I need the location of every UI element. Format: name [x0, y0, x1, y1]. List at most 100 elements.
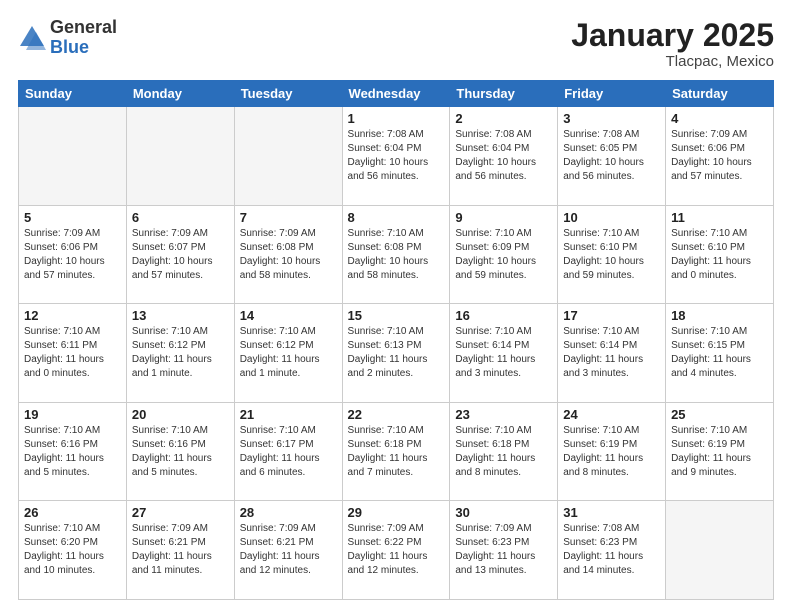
calendar-cell: [19, 107, 127, 206]
calendar-cell: 31 Sunrise: 7:08 AM Sunset: 6:23 PM Dayli…: [558, 501, 666, 600]
day-info: Sunrise: 7:10 AM Sunset: 6:16 PM Dayligh…: [132, 424, 229, 480]
col-sunday: Sunday: [19, 81, 127, 107]
logo-icon: [18, 24, 46, 52]
title-block: January 2025 Tlacpac, Mexico: [571, 18, 774, 70]
day-number: 23: [455, 407, 552, 422]
day-info: Sunrise: 7:10 AM Sunset: 6:12 PM Dayligh…: [132, 325, 229, 381]
day-info: Sunrise: 7:10 AM Sunset: 6:19 PM Dayligh…: [671, 424, 768, 480]
col-wednesday: Wednesday: [342, 81, 450, 107]
logo-text: General Blue: [50, 18, 117, 58]
col-tuesday: Tuesday: [234, 81, 342, 107]
calendar-cell: 25 Sunrise: 7:10 AM Sunset: 6:19 PM Dayli…: [666, 402, 774, 501]
calendar-table: Sunday Monday Tuesday Wednesday Thursday…: [18, 80, 774, 600]
calendar-cell: 13 Sunrise: 7:10 AM Sunset: 6:12 PM Dayli…: [126, 304, 234, 403]
day-info: Sunrise: 7:10 AM Sunset: 6:13 PM Dayligh…: [348, 325, 445, 381]
calendar-cell: 2 Sunrise: 7:08 AM Sunset: 6:04 PM Daylig…: [450, 107, 558, 206]
day-number: 18: [671, 308, 768, 323]
col-thursday: Thursday: [450, 81, 558, 107]
day-number: 13: [132, 308, 229, 323]
day-info: Sunrise: 7:10 AM Sunset: 6:11 PM Dayligh…: [24, 325, 121, 381]
calendar-cell: 3Sunrise: 7:08 AM Sunset: 6:05 PM Daylig…: [558, 107, 666, 206]
calendar-cell: 15Sunrise: 7:10 AM Sunset: 6:13 PM Dayli…: [342, 304, 450, 403]
calendar-cell: 18 Sunrise: 7:10 AM Sunset: 6:15 PM Dayli…: [666, 304, 774, 403]
day-info: Sunrise: 7:08 AM Sunset: 6:04 PM Dayligh…: [348, 128, 445, 184]
calendar-cell: 28Sunrise: 7:09 AM Sunset: 6:21 PM Dayli…: [234, 501, 342, 600]
header-row: Sunday Monday Tuesday Wednesday Thursday…: [19, 81, 774, 107]
week-row-5: 26 Sunrise: 7:10 AM Sunset: 6:20 PM Dayli…: [19, 501, 774, 600]
day-info: Sunrise: 7:10 AM Sunset: 6:18 PM Dayligh…: [455, 424, 552, 480]
day-number: 2: [455, 111, 552, 126]
logo: General Blue: [18, 18, 117, 58]
calendar-cell: 23 Sunrise: 7:10 AM Sunset: 6:18 PM Dayli…: [450, 402, 558, 501]
day-info: Sunrise: 7:09 AM Sunset: 6:08 PM Dayligh…: [240, 227, 337, 283]
day-number: 5: [24, 210, 121, 225]
day-info: Sunrise: 7:10 AM Sunset: 6:10 PM Dayligh…: [563, 227, 660, 283]
calendar-cell: 8 Sunrise: 7:10 AM Sunset: 6:08 PM Daylig…: [342, 205, 450, 304]
day-number: 17: [563, 308, 660, 323]
day-info: Sunrise: 7:08 AM Sunset: 6:23 PM Dayligh…: [563, 522, 660, 578]
day-number: 12: [24, 308, 121, 323]
day-number: 16: [455, 308, 552, 323]
calendar-cell: 19Sunrise: 7:10 AM Sunset: 6:16 PM Dayli…: [19, 402, 127, 501]
page: General Blue January 2025 Tlacpac, Mexic…: [0, 0, 792, 612]
day-number: 20: [132, 407, 229, 422]
month-title: January 2025: [571, 18, 774, 53]
calendar-cell: 6 Sunrise: 7:09 AM Sunset: 6:07 PM Daylig…: [126, 205, 234, 304]
day-number: 4: [671, 111, 768, 126]
calendar-cell: 5 Sunrise: 7:09 AM Sunset: 6:06 PM Daylig…: [19, 205, 127, 304]
day-number: 1: [348, 111, 445, 126]
logo-general: General: [50, 18, 117, 38]
calendar-cell: 21Sunrise: 7:10 AM Sunset: 6:17 PM Dayli…: [234, 402, 342, 501]
calendar-cell: 24Sunrise: 7:10 AM Sunset: 6:19 PM Dayli…: [558, 402, 666, 501]
day-info: Sunrise: 7:10 AM Sunset: 6:20 PM Dayligh…: [24, 522, 121, 578]
week-row-4: 19Sunrise: 7:10 AM Sunset: 6:16 PM Dayli…: [19, 402, 774, 501]
col-saturday: Saturday: [666, 81, 774, 107]
day-info: Sunrise: 7:10 AM Sunset: 6:18 PM Dayligh…: [348, 424, 445, 480]
location: Tlacpac, Mexico: [571, 53, 774, 70]
day-info: Sunrise: 7:09 AM Sunset: 6:21 PM Dayligh…: [132, 522, 229, 578]
header: General Blue January 2025 Tlacpac, Mexic…: [18, 18, 774, 70]
col-friday: Friday: [558, 81, 666, 107]
calendar-cell: 10 Sunrise: 7:10 AM Sunset: 6:10 PM Dayli…: [558, 205, 666, 304]
calendar-cell: 11 Sunrise: 7:10 AM Sunset: 6:10 PM Dayli…: [666, 205, 774, 304]
calendar-cell: 4 Sunrise: 7:09 AM Sunset: 6:06 PM Daylig…: [666, 107, 774, 206]
day-number: 21: [240, 407, 337, 422]
day-number: 7: [240, 210, 337, 225]
calendar-cell: 30 Sunrise: 7:09 AM Sunset: 6:23 PM Dayli…: [450, 501, 558, 600]
day-number: 10: [563, 210, 660, 225]
day-number: 31: [563, 505, 660, 520]
calendar-cell: 22Sunrise: 7:10 AM Sunset: 6:18 PM Dayli…: [342, 402, 450, 501]
day-number: 11: [671, 210, 768, 225]
calendar-cell: 1 Sunrise: 7:08 AM Sunset: 6:04 PM Daylig…: [342, 107, 450, 206]
calendar-cell: 14Sunrise: 7:10 AM Sunset: 6:12 PM Dayli…: [234, 304, 342, 403]
calendar-cell: 26 Sunrise: 7:10 AM Sunset: 6:20 PM Dayli…: [19, 501, 127, 600]
day-info: Sunrise: 7:08 AM Sunset: 6:04 PM Dayligh…: [455, 128, 552, 184]
day-info: Sunrise: 7:10 AM Sunset: 6:14 PM Dayligh…: [563, 325, 660, 381]
week-row-2: 5 Sunrise: 7:09 AM Sunset: 6:06 PM Daylig…: [19, 205, 774, 304]
day-number: 25: [671, 407, 768, 422]
day-number: 6: [132, 210, 229, 225]
day-number: 14: [240, 308, 337, 323]
day-number: 26: [24, 505, 121, 520]
day-info: Sunrise: 7:10 AM Sunset: 6:15 PM Dayligh…: [671, 325, 768, 381]
week-row-3: 12 Sunrise: 7:10 AM Sunset: 6:11 PM Dayli…: [19, 304, 774, 403]
day-info: Sunrise: 7:09 AM Sunset: 6:07 PM Dayligh…: [132, 227, 229, 283]
day-info: Sunrise: 7:09 AM Sunset: 6:06 PM Dayligh…: [24, 227, 121, 283]
day-number: 3: [563, 111, 660, 126]
day-number: 8: [348, 210, 445, 225]
calendar-cell: 29Sunrise: 7:09 AM Sunset: 6:22 PM Dayli…: [342, 501, 450, 600]
day-number: 9: [455, 210, 552, 225]
day-number: 30: [455, 505, 552, 520]
day-info: Sunrise: 7:10 AM Sunset: 6:16 PM Dayligh…: [24, 424, 121, 480]
day-info: Sunrise: 7:09 AM Sunset: 6:06 PM Dayligh…: [671, 128, 768, 184]
day-info: Sunrise: 7:09 AM Sunset: 6:23 PM Dayligh…: [455, 522, 552, 578]
calendar-cell: 16 Sunrise: 7:10 AM Sunset: 6:14 PM Dayli…: [450, 304, 558, 403]
day-number: 29: [348, 505, 445, 520]
day-info: Sunrise: 7:10 AM Sunset: 6:14 PM Dayligh…: [455, 325, 552, 381]
calendar-cell: 12 Sunrise: 7:10 AM Sunset: 6:11 PM Dayli…: [19, 304, 127, 403]
day-info: Sunrise: 7:10 AM Sunset: 6:08 PM Dayligh…: [348, 227, 445, 283]
day-info: Sunrise: 7:10 AM Sunset: 6:10 PM Dayligh…: [671, 227, 768, 283]
calendar-cell: 20 Sunrise: 7:10 AM Sunset: 6:16 PM Dayli…: [126, 402, 234, 501]
day-number: 28: [240, 505, 337, 520]
calendar-cell: 27Sunrise: 7:09 AM Sunset: 6:21 PM Dayli…: [126, 501, 234, 600]
